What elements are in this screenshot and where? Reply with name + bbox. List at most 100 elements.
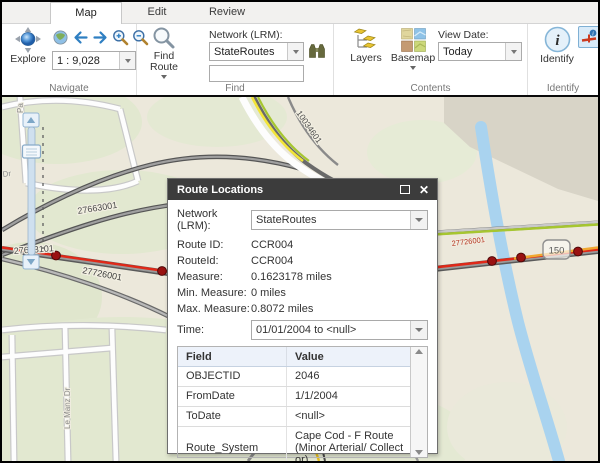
identify-label: Identify [540,53,574,65]
app-window: Map Edit Review Explore [2,2,598,461]
group-label-identify: Identify [528,83,598,95]
group-navigate: Explore [2,24,137,95]
attributes-table: Field Value OBJECTID 2046 FromDate 1/1/2… [177,346,428,458]
zoom-in-button[interactable] [112,29,129,46]
svg-text:150: 150 [549,246,565,257]
svg-text:Pa: Pa [16,103,25,113]
find-route-dropdown-caret[interactable] [161,75,167,79]
scroll-down-icon[interactable] [415,450,423,455]
close-icon: ✕ [419,184,429,196]
value-cell: Cape Cod - F Route (Minor Arterial/ Coll… [286,427,410,461]
dialog-network-combobox[interactable]: StateRoutes [251,210,428,230]
arrow-left-icon [72,29,89,46]
table-row[interactable]: ToDate <null> [178,407,410,427]
network-lrm-dropdown-arrow[interactable] [287,43,303,60]
svg-text:Le Manz Dr: Le Manz Dr [63,387,72,429]
dialog-close-button[interactable]: ✕ [417,183,431,197]
table-row[interactable]: FromDate 1/1/2004 [178,387,410,407]
view-date-combobox[interactable]: Today [438,42,522,61]
maximize-icon [400,185,410,194]
table-row[interactable]: Route_System Cape Cod - F Route (Minor A… [178,427,410,461]
route-id-label: Route ID: [177,239,251,251]
measure-row: Measure: 0.1623178 miles [177,269,428,284]
tab-map[interactable]: Map [50,2,122,25]
routeid-label: RouteId: [177,255,251,267]
group-identify: i Identify i Identify [528,24,598,95]
find-route-button[interactable]: Find Route [143,26,185,79]
tab-edit[interactable]: Edit [122,2,192,23]
full-extent-button[interactable] [52,29,69,46]
group-contents: Layers Basemap View Date: Today [334,24,528,95]
value-cell: 1/1/2004 [286,387,410,406]
scroll-up-icon[interactable] [415,349,423,354]
value-column-header: Value [286,347,410,366]
map-scale-combobox[interactable]: 1 : 9,028 [52,51,136,70]
route-locations-dialog: Route Locations ✕ Network (LRM): StateRo… [167,178,438,454]
field-cell: Route_System [178,439,286,457]
min-measure-row: Min. Measure: 0 miles [177,285,428,300]
layers-icon [353,28,379,52]
dialog-time-label: Time: [177,324,251,336]
dialog-maximize-button[interactable] [398,183,412,197]
max-measure-value: 0.8072 miles [251,303,428,315]
field-column-header: Field [178,351,286,363]
layers-button[interactable]: Layers [346,28,386,64]
group-find: Find Route Network (LRM): StateRoutes Fi… [137,24,334,95]
group-label-find: Find [137,83,333,95]
map-route-shield: 150 [543,240,570,259]
arrow-right-icon [92,29,109,46]
identify-icon: i [544,26,571,53]
view-date-value: Today [439,46,505,58]
basemap-dropdown-caret[interactable] [410,66,416,70]
network-lrm-value: StateRoutes [210,46,287,58]
map-view[interactable]: 150 27663001 27663101 27726001 27726001 … [2,95,598,461]
min-measure-label: Min. Measure: [177,287,251,299]
value-cell: <null> [286,407,410,426]
find-route-icon [152,26,176,50]
tab-review[interactable]: Review [192,2,262,23]
measure-value: 0.1623178 miles [251,271,428,283]
navigate-small-buttons [52,29,149,46]
route-id-value: CCR004 [251,239,428,251]
dialog-title: Route Locations [177,184,393,196]
view-date-dropdown-arrow[interactable] [505,43,521,60]
network-lrm-label: Network (LRM): [209,29,283,41]
next-extent-button[interactable] [92,29,109,46]
group-label-navigate: Navigate [2,83,136,95]
binoculars-icon [308,43,326,59]
previous-extent-button[interactable] [72,29,89,46]
identify-route-locations-button[interactable]: i [578,26,598,48]
dialog-time-combobox[interactable]: 01/01/2004 to <null> [251,320,428,340]
zoom-in-icon [112,29,129,46]
basemap-icon [401,28,426,52]
dialog-network-label: Network (LRM): [177,208,251,232]
routeid-row: RouteId: CCR004 [177,253,428,268]
explore-label: Explore [10,53,46,65]
layers-label: Layers [350,52,382,64]
dialog-network-dropdown-arrow[interactable] [410,211,427,229]
map-scale-value: 1 : 9,028 [53,55,119,67]
ribbon: Explore [2,24,598,95]
basemap-label: Basemap [391,52,435,64]
locate-routes-button[interactable] [308,43,326,64]
view-date-label: View Date: [438,29,489,41]
table-scrollbar[interactable] [410,347,427,457]
dialog-titlebar[interactable]: Route Locations ✕ [168,179,437,200]
find-route-input[interactable] [209,65,304,82]
explore-icon [15,27,41,53]
group-label-contents: Contents [334,83,527,95]
identify-button[interactable]: i Identify [536,26,578,65]
map-scale-dropdown-arrow[interactable] [119,52,135,69]
table-row[interactable]: OBJECTID 2046 [178,367,410,387]
ribbon-tabstrip: Map Edit Review [2,2,598,24]
dialog-time-dropdown-arrow[interactable] [410,321,427,339]
max-measure-row: Max. Measure: 0.8072 miles [177,301,428,316]
dialog-body: Network (LRM): StateRoutes Route ID: CCR… [168,200,437,461]
max-measure-label: Max. Measure: [177,303,251,315]
field-cell: FromDate [178,387,286,406]
field-cell: ToDate [178,407,286,426]
network-lrm-combobox[interactable]: StateRoutes [209,42,304,61]
basemap-button[interactable]: Basemap [390,28,436,70]
explore-button[interactable]: Explore [6,27,50,65]
globe-icon [52,29,69,46]
